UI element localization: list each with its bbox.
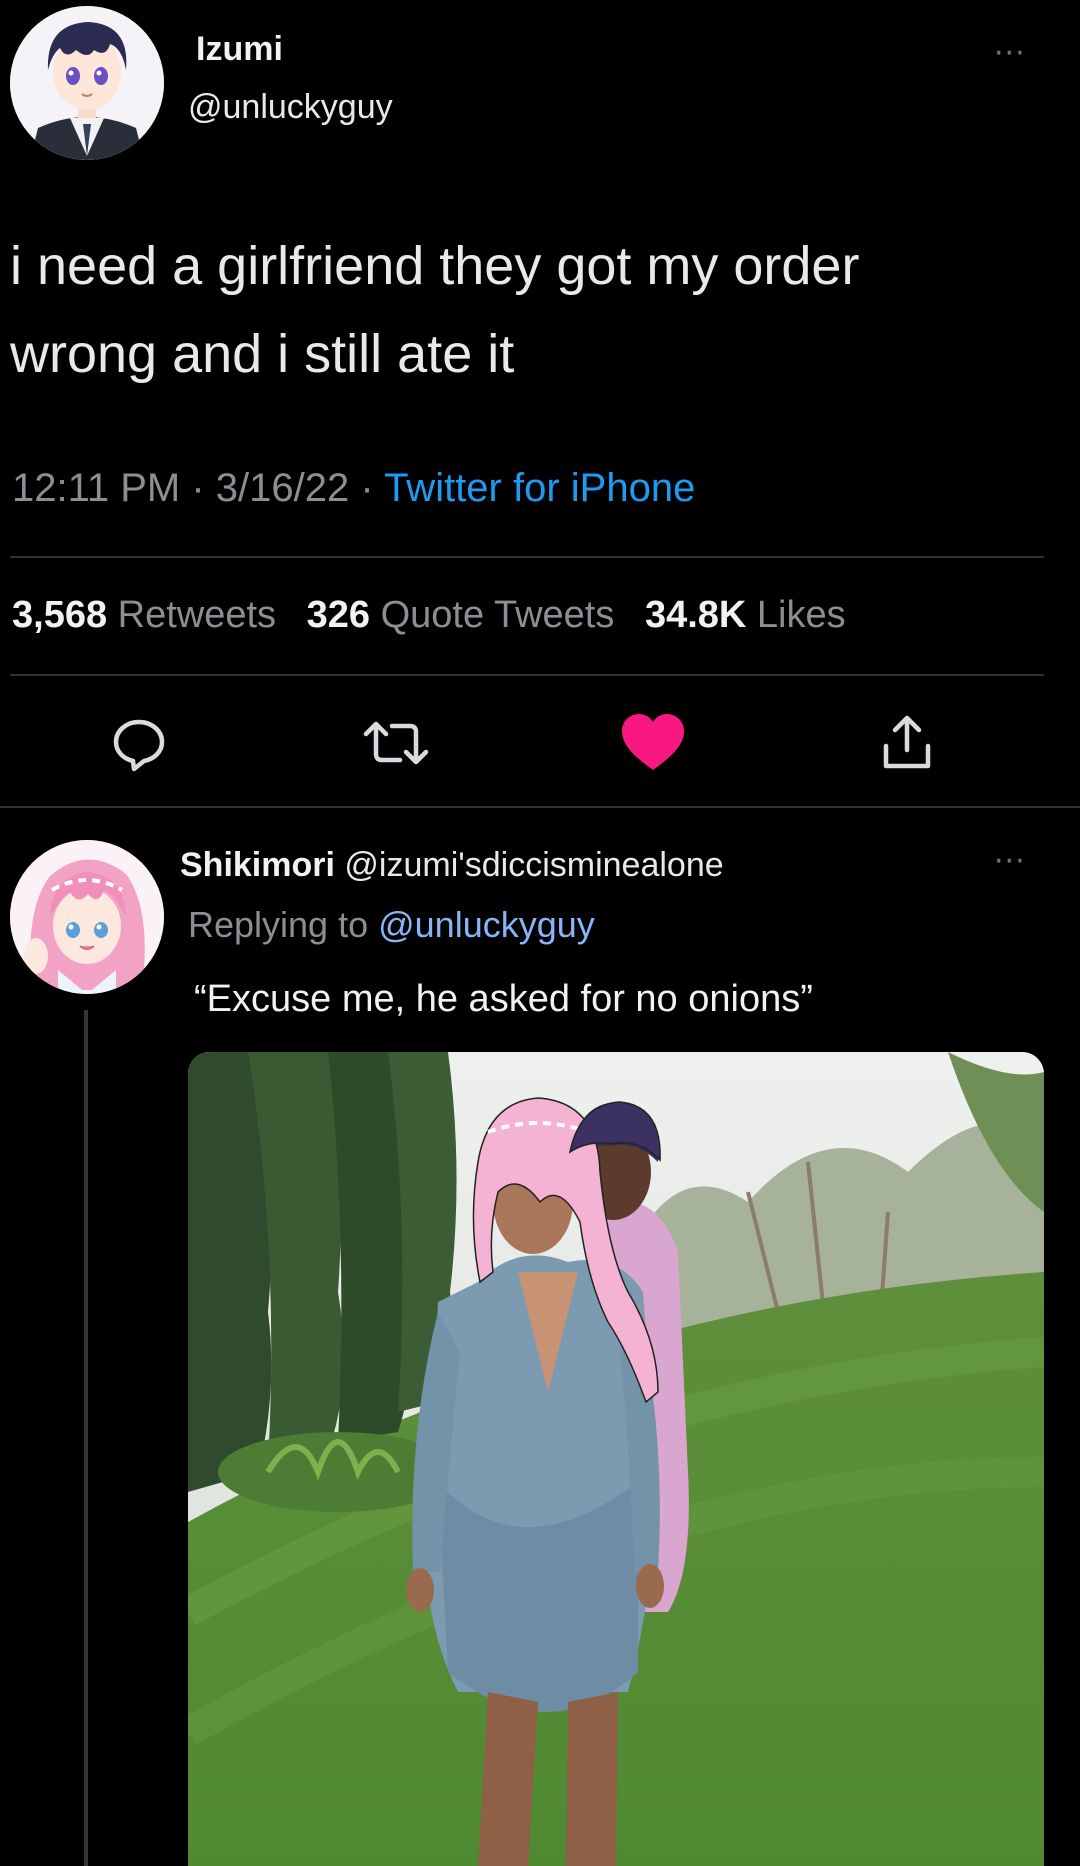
tweet-stats: 3,568 Retweets 326 Quote Tweets 34.8K Li… [12,594,846,637]
reply-text: “Excuse me, he asked for no onions” [194,978,813,1020]
like-button[interactable] [618,712,688,774]
reply-icon [113,719,165,772]
reply-media-image[interactable] [188,1052,1044,1866]
tweet-separator [0,806,1080,808]
author-avatar[interactable] [10,6,164,160]
reply-author-avatar[interactable] [10,840,164,994]
quote-tweets-label[interactable]: Quote Tweets [381,594,615,636]
main-tweet: Izumi @unluckyguy ··· i need a girlfrien… [0,0,1080,805]
replying-to-mention[interactable]: @unluckyguy [378,904,595,945]
anime-girl-avatar-icon [10,840,164,994]
tweet-text-line-1: i need a girlfriend they got my order [10,236,860,296]
tweet-meta: 12:11 PM · 3/16/22 · Twitter for iPhone [12,466,695,511]
photo-illustration [188,1052,1044,1866]
reply-author-handle[interactable]: @izumi'sdiccisminealone [344,846,723,884]
tweet-source[interactable]: Twitter for iPhone [384,466,695,510]
thread-line [84,1010,88,1866]
reply-header: Shikimori @izumi'sdiccisminealone [180,846,724,885]
reply-button[interactable] [108,712,170,774]
tweet-text: i need a girlfriend they got my order wro… [10,222,1050,398]
divider [10,556,1044,558]
likes-label[interactable]: Likes [757,594,846,636]
heart-icon [622,714,684,770]
tweet-text-line-2: wrong and i still ate it [10,324,515,384]
replying-to: Replying to @unluckyguy [188,904,595,946]
divider [10,674,1044,676]
author-name[interactable]: Izumi [196,30,283,69]
quote-tweets-count[interactable]: 326 [307,594,370,636]
author-handle[interactable]: @unluckyguy [188,88,393,127]
retweet-icon [363,721,429,765]
tweet-timestamp[interactable]: 12:11 PM · 3/16/22 · [12,466,384,510]
share-button[interactable] [876,712,938,774]
retweets-label[interactable]: Retweets [118,594,276,636]
share-icon [883,715,931,769]
reply-author-name[interactable]: Shikimori [180,846,335,884]
retweet-button[interactable] [360,712,432,774]
likes-count[interactable]: 34.8K [645,594,746,636]
more-options-icon[interactable]: ··· [994,39,1026,69]
retweets-count[interactable]: 3,568 [12,594,107,636]
replying-to-label: Replying to [188,904,379,945]
reply-more-options-icon[interactable]: ··· [994,847,1026,877]
anime-boy-avatar-icon [10,6,164,160]
